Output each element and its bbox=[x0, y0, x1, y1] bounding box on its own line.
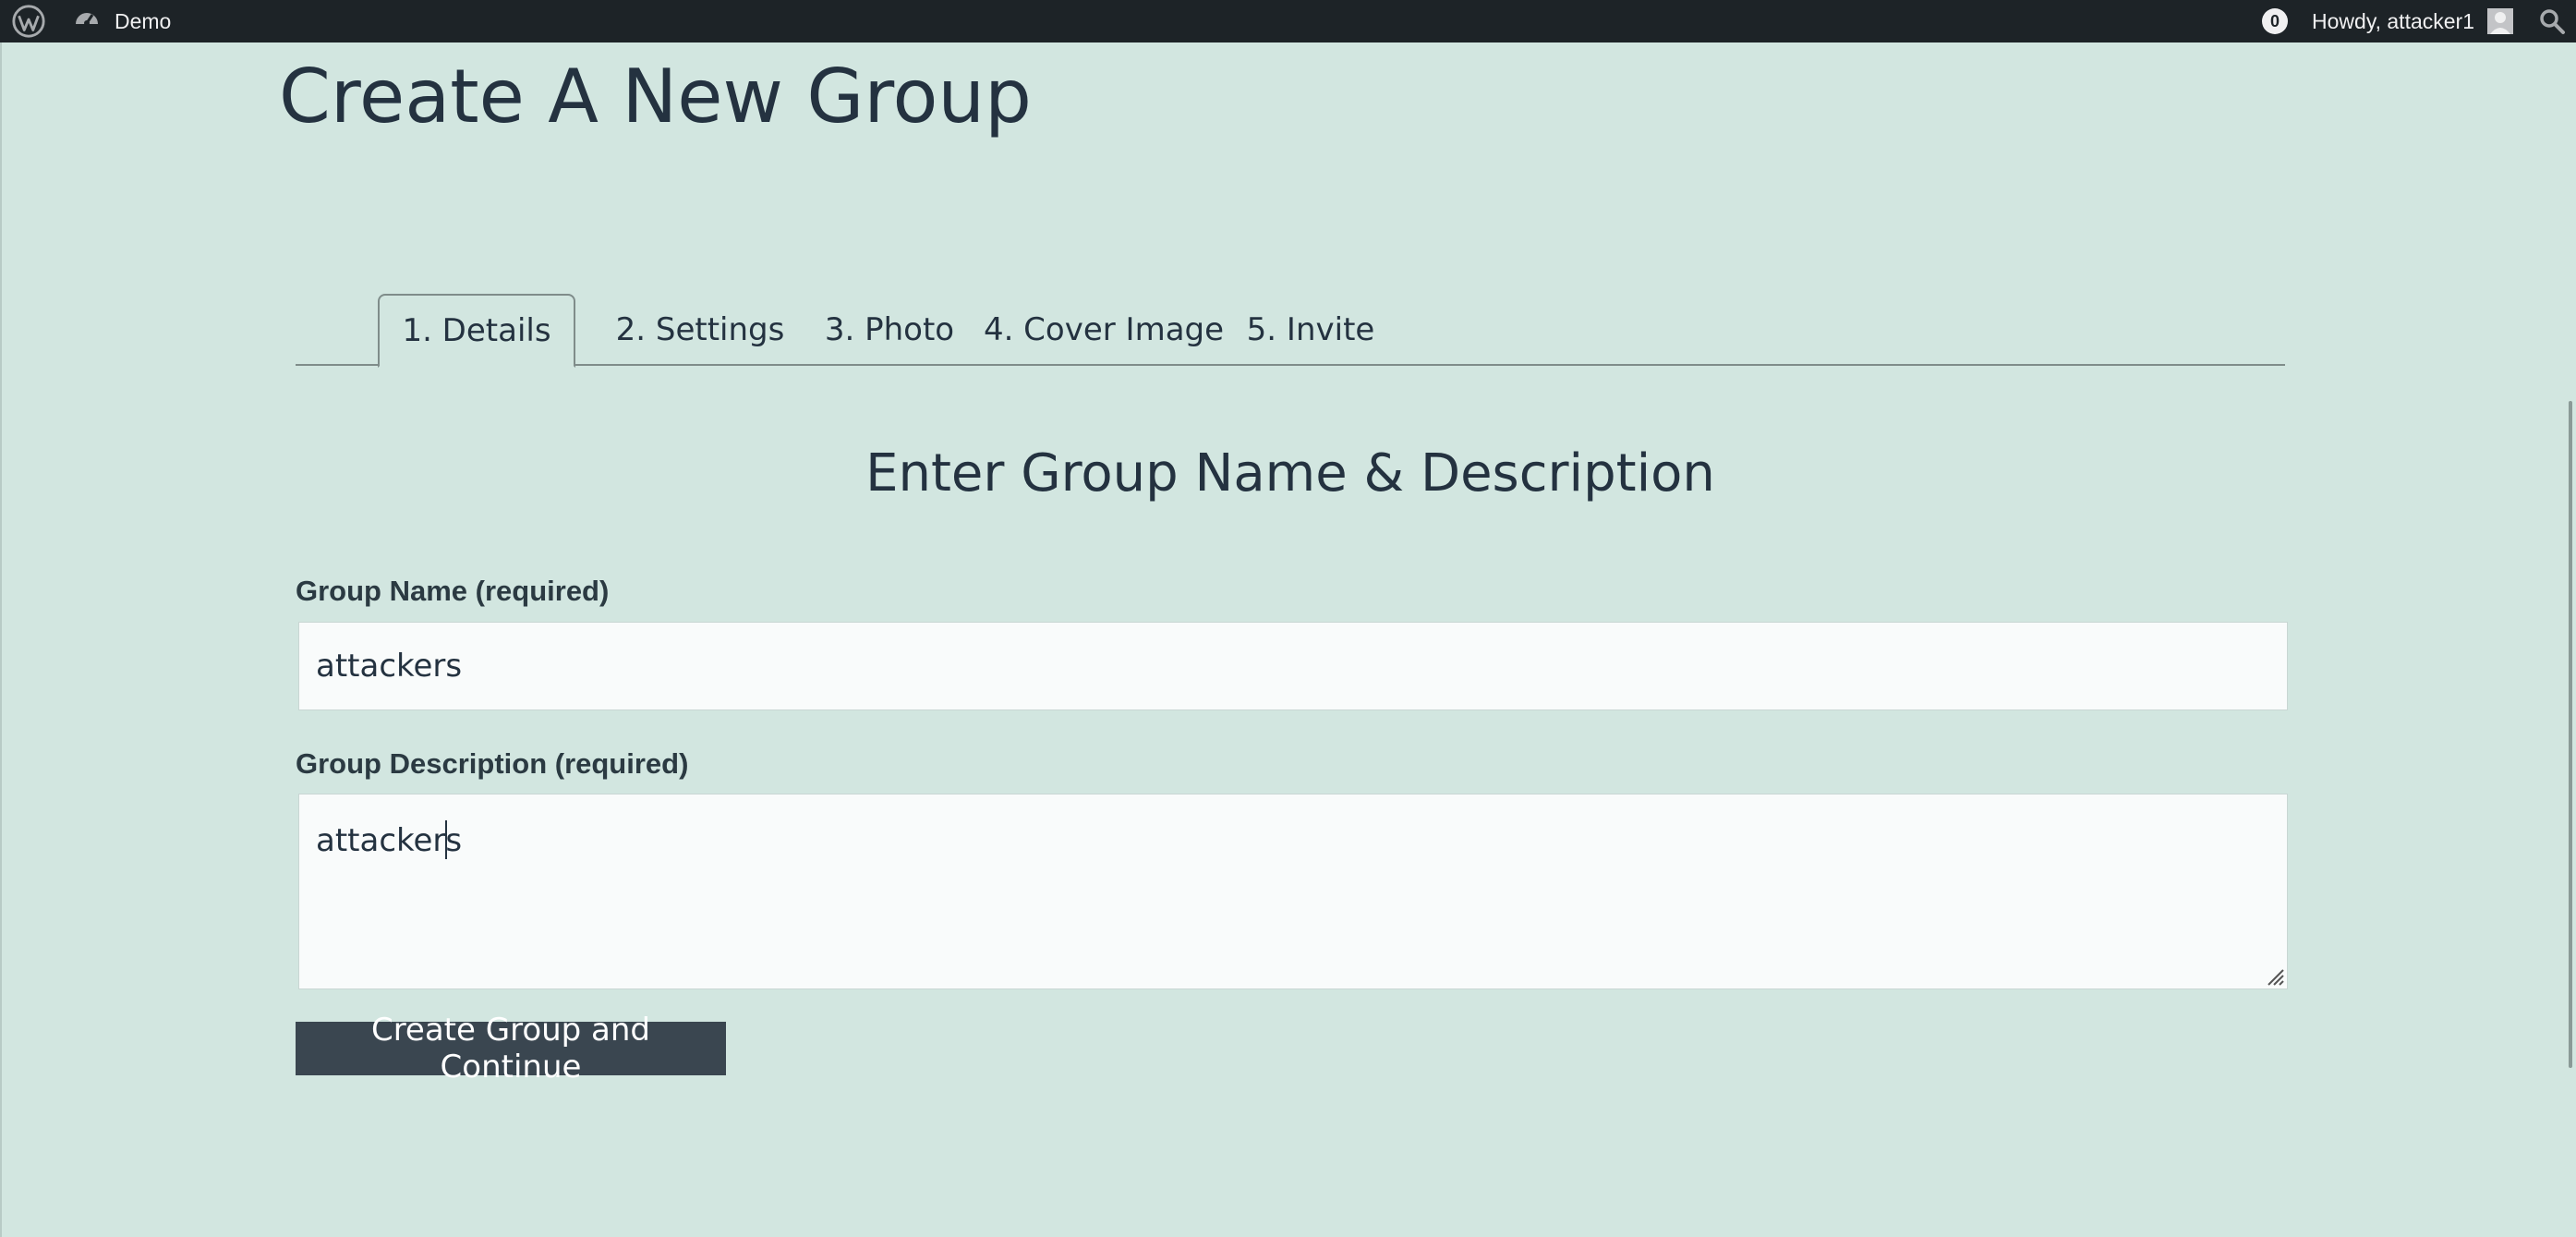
admin-bar-site-link[interactable]: Demo bbox=[72, 0, 171, 42]
group-description-textarea[interactable]: attackers bbox=[298, 794, 2288, 989]
group-name-label: Group Name (required) bbox=[296, 575, 610, 607]
group-creation-steps: 1. Details 2. Settings 3. Photo 4. Cover… bbox=[296, 294, 2285, 368]
tab-label: 1. Details bbox=[402, 312, 551, 349]
group-name-input[interactable] bbox=[298, 622, 2288, 710]
resize-handle-icon[interactable] bbox=[2263, 964, 2285, 987]
tab-details[interactable]: 1. Details bbox=[378, 294, 575, 368]
user-avatar-icon[interactable] bbox=[2487, 8, 2513, 34]
page-title: Create A New Group bbox=[279, 54, 1032, 139]
tab-photo[interactable]: 3. Photo bbox=[800, 294, 979, 366]
form-heading: Enter Group Name & Description bbox=[865, 443, 1715, 503]
page-scrollbar[interactable] bbox=[2569, 42, 2576, 1237]
search-icon[interactable] bbox=[2537, 6, 2567, 36]
text-cursor bbox=[445, 820, 447, 859]
notification-badge[interactable]: 0 bbox=[2262, 8, 2289, 34]
user-greeting[interactable]: Howdy, attacker1 bbox=[2312, 9, 2474, 34]
dashboard-icon bbox=[72, 4, 102, 39]
tab-invite[interactable]: 5. Invite bbox=[1232, 294, 1389, 366]
site-name: Demo bbox=[115, 8, 172, 33]
tab-label: 3. Photo bbox=[824, 311, 955, 348]
tab-cover-image[interactable]: 4. Cover Image bbox=[965, 294, 1242, 366]
tab-settings[interactable]: 2. Settings bbox=[589, 294, 811, 366]
tab-label: 2. Settings bbox=[615, 311, 785, 348]
tab-label: 5. Invite bbox=[1246, 311, 1375, 348]
create-group-button[interactable]: Create Group and Continue bbox=[296, 1012, 726, 1085]
group-description-label: Group Description (required) bbox=[296, 747, 689, 780]
tab-label: 4. Cover Image bbox=[983, 311, 1225, 348]
admin-bar: Demo 0 Howdy, attacker1 bbox=[0, 0, 2576, 42]
scrollbar-thumb[interactable] bbox=[2569, 401, 2572, 1068]
page-left-border bbox=[0, 42, 2, 1237]
wordpress-logo-icon[interactable] bbox=[11, 4, 46, 39]
